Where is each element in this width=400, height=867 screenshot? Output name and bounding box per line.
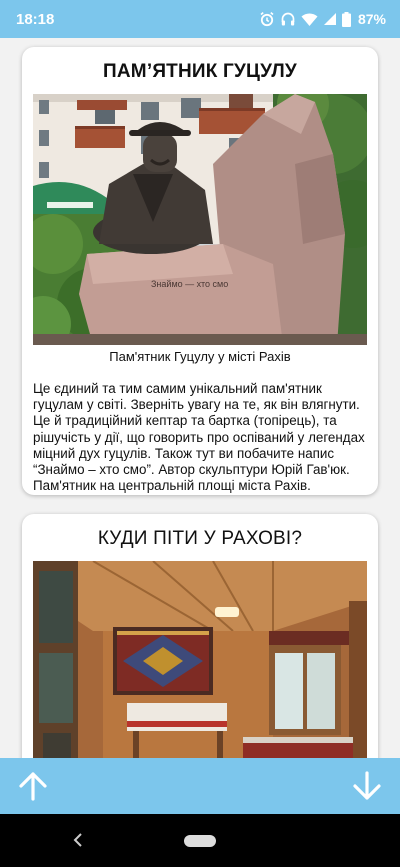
card-where-to-go: КУДИ ПІТИ У РАХОВІ?: [22, 514, 378, 758]
status-bar: 18:18 87%: [0, 0, 400, 38]
status-time: 18:18: [16, 10, 55, 28]
back-button[interactable]: [68, 829, 88, 851]
battery-percent: 87%: [357, 11, 386, 27]
battery-icon: [341, 11, 351, 27]
arrow-up-icon: [19, 772, 47, 801]
headphones-icon: [281, 12, 295, 26]
card-title: ПАМ’ЯТНИК ГУЦУЛУ: [103, 61, 297, 82]
wifi-icon: [301, 12, 318, 26]
card-monument: ПАМ’ЯТНИК ГУЦУЛУ Знаймо — хто смо Пам'ят…: [22, 47, 378, 495]
system-nav-bar: [0, 814, 400, 867]
scroll-up-button[interactable]: [15, 768, 51, 804]
monument-photo: Знаймо — хто смо: [33, 94, 367, 345]
home-pill-icon[interactable]: [184, 835, 216, 847]
scroll-down-button[interactable]: [349, 768, 385, 804]
back-icon: [73, 833, 82, 847]
card-title-2: КУДИ ПІТИ У РАХОВІ?: [97, 528, 303, 549]
alarm-icon: [260, 11, 274, 27]
svg-text:Знаймо — хто смо: Знаймо — хто смо: [151, 279, 228, 289]
content-scroll-area[interactable]: ПАМ’ЯТНИК ГУЦУЛУ Знаймо — хто смо Пам'ят…: [0, 38, 400, 758]
interior-photo: [33, 561, 367, 758]
image-caption: Пам'ятник Гуцулу у місті Рахів: [109, 349, 291, 364]
bottom-nav-bar: [0, 758, 400, 814]
signal-icon: [323, 13, 336, 25]
status-icons: 87%: [259, 11, 386, 27]
card-description: Це єдиний та тим самим унікальний пам'ят…: [33, 381, 365, 494]
arrow-down-icon: [353, 771, 381, 800]
